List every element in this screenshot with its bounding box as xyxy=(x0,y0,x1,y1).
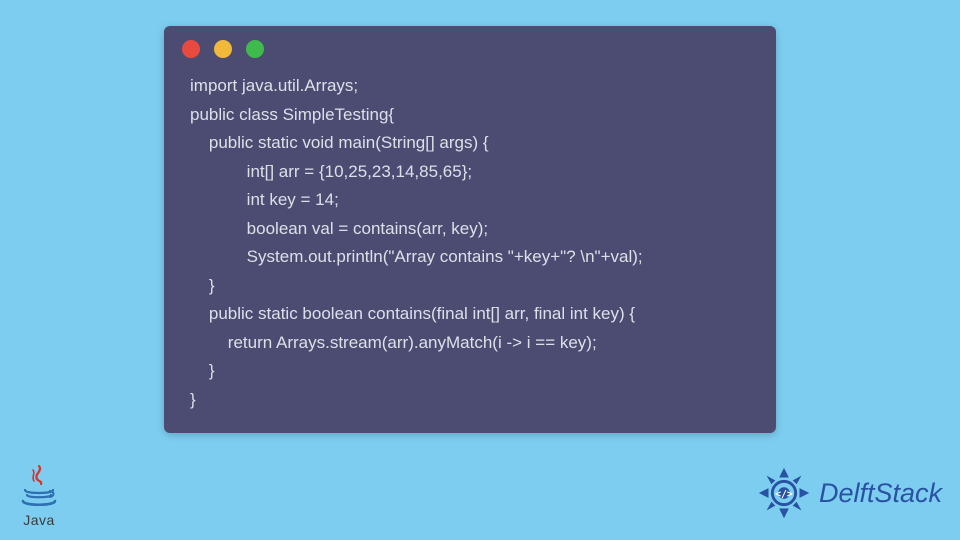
svg-text:</>: </> xyxy=(775,489,793,500)
java-logo: Java xyxy=(14,464,64,528)
java-cup-icon xyxy=(19,464,59,512)
minimize-icon[interactable] xyxy=(214,40,232,58)
maximize-icon[interactable] xyxy=(246,40,264,58)
delftstack-logo: </> DelftStack xyxy=(753,462,942,524)
code-content: import java.util.Arrays; public class Si… xyxy=(164,66,776,415)
code-window: import java.util.Arrays; public class Si… xyxy=(164,26,776,433)
delftstack-badge-icon: </> xyxy=(753,462,815,524)
window-titlebar xyxy=(164,26,776,66)
java-logo-label: Java xyxy=(14,512,64,528)
delftstack-logo-label: DelftStack xyxy=(819,478,942,509)
close-icon[interactable] xyxy=(182,40,200,58)
